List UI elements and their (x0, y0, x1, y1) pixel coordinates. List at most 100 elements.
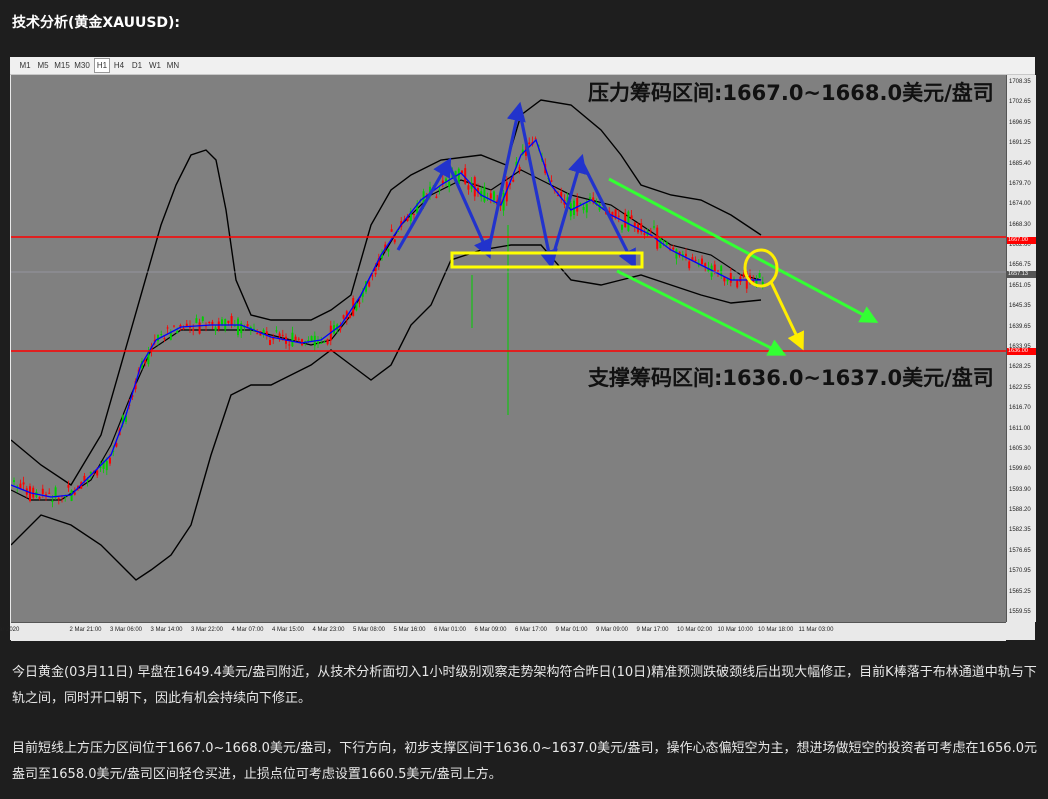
candle-body (617, 215, 620, 217)
candle-body (550, 180, 553, 182)
candle-body (166, 327, 169, 329)
candle-body (518, 166, 521, 171)
price-tick: 1576.65 (1009, 547, 1031, 554)
candle-body (649, 230, 652, 232)
candle-body (326, 339, 329, 345)
candle-body (214, 327, 217, 331)
time-label: 5 Mar 16:00 (393, 627, 426, 633)
candle-body (701, 258, 703, 264)
candle-body (662, 240, 665, 242)
time-label: 2 Mar 21:00 (69, 627, 102, 633)
time-label: 10 Mar 10:00 (717, 627, 753, 633)
timeframe-m1[interactable]: M1 (18, 59, 32, 72)
resistance-annotation: 压力筹码区间:1667.0~1668.0美元/盘司 (588, 81, 994, 105)
candle-body (224, 319, 227, 330)
time-label: 4 Mar 15:00 (272, 627, 305, 633)
timeframe-m30[interactable]: M30 (74, 59, 90, 72)
time-label: 9 Mar 09:00 (596, 627, 629, 633)
pattern-arrow (486, 101, 526, 254)
candle-body (163, 338, 166, 340)
candle-body (694, 259, 697, 261)
timeframe-h4[interactable]: H4 (112, 59, 126, 72)
price-tick: 1588.20 (1009, 507, 1031, 514)
candle-body (109, 457, 111, 464)
neckline-box (450, 251, 644, 269)
candle-body (288, 344, 291, 346)
candle-body (720, 265, 723, 276)
candle-body (51, 500, 54, 503)
candle-body (438, 189, 441, 191)
price-tick: 1656.75 (1009, 262, 1031, 269)
candle-body (589, 197, 591, 199)
candle-body (281, 334, 284, 336)
time-label: 10 Mar 18:00 (758, 627, 794, 633)
price-tick: 1679.70 (1009, 180, 1031, 187)
candle-body (29, 486, 31, 501)
pattern-arrow (517, 107, 558, 270)
candle-body (323, 341, 326, 343)
time-label: 4 Mar 07:00 (231, 627, 264, 633)
candle-body (237, 318, 239, 336)
candle-body (371, 275, 374, 277)
candle-body (374, 267, 377, 275)
candle-body (22, 482, 25, 485)
time-label: 3 Mar 06:00 (110, 627, 143, 633)
timeframe-mn[interactable]: MN (166, 59, 180, 72)
time-axis: 2 Mar 2020 2 Mar 21:00 3 Mar 06:00 3 Mar 14… (0, 622, 1006, 641)
price-tick: 1651.05 (1009, 282, 1031, 289)
price-tick: 1628.25 (1009, 364, 1031, 371)
time-label: 11 Mar 03:00 (798, 627, 834, 633)
price-chart: M1 M5 M15 M30 H1 H4 D1 W1 MN 1708.35 1702.65 1696.… (0, 57, 1036, 641)
candle-body (435, 196, 438, 198)
time-label: 6 Mar 09:00 (474, 627, 507, 633)
moving-average-line (11, 138, 761, 498)
price-tick: 1559.55 (1009, 609, 1031, 615)
bollinger-middle-band (11, 169, 762, 501)
candle-body (256, 333, 259, 335)
candle-body (349, 314, 351, 318)
candle-body (294, 336, 297, 340)
time-label: 6 Mar 17:00 (515, 627, 548, 633)
candle-body (198, 322, 201, 334)
candle-body (105, 461, 108, 471)
price-tick: 1570.95 (1009, 568, 1031, 575)
candle-body (387, 248, 390, 252)
channel-upper-arrow (608, 177, 879, 323)
candle-body (742, 274, 745, 277)
price-tick: 1582.35 (1009, 527, 1031, 534)
time-label: 4 Mar 23:00 (312, 627, 345, 633)
candle-body (512, 179, 515, 182)
price-tick: 1599.60 (1009, 466, 1031, 473)
candle-body (528, 142, 531, 145)
price-tick: 1565.25 (1009, 588, 1031, 595)
candle-body (368, 281, 371, 287)
candle-body (89, 471, 92, 474)
candle-body (672, 247, 675, 250)
candle-body (67, 484, 70, 488)
chart-plot-area[interactable] (11, 75, 1006, 622)
candle-body (320, 342, 323, 344)
candle-body (643, 233, 646, 235)
candle-body (688, 261, 691, 269)
candle-body (246, 324, 249, 327)
candle-body (176, 330, 179, 334)
timeframe-m5[interactable]: M5 (36, 59, 50, 72)
price-tick: 1674.00 (1009, 201, 1031, 208)
candle-body (448, 181, 451, 188)
candle-body (48, 492, 51, 494)
candle-body (621, 224, 623, 230)
candle-body (310, 335, 313, 342)
candle-body (201, 316, 204, 321)
candle-body (585, 203, 588, 213)
candle-body (269, 340, 271, 346)
time-label: 5 Mar 08:00 (353, 627, 386, 633)
timeframe-w1[interactable]: W1 (148, 59, 162, 72)
price-tick: 1605.30 (1009, 445, 1031, 452)
price-tick: 1685.40 (1009, 160, 1031, 167)
timeframe-m15[interactable]: M15 (54, 59, 70, 72)
timeframe-d1[interactable]: D1 (130, 59, 144, 72)
candle-body (96, 470, 99, 476)
analysis-paragraph-1: 今日黄金(03月11日) 早盘在1649.4美元/盎司附近，从技术分析面切入1小… (12, 665, 1037, 706)
timeframe-h1[interactable]: H1 (94, 58, 110, 73)
candle-body (19, 483, 22, 489)
